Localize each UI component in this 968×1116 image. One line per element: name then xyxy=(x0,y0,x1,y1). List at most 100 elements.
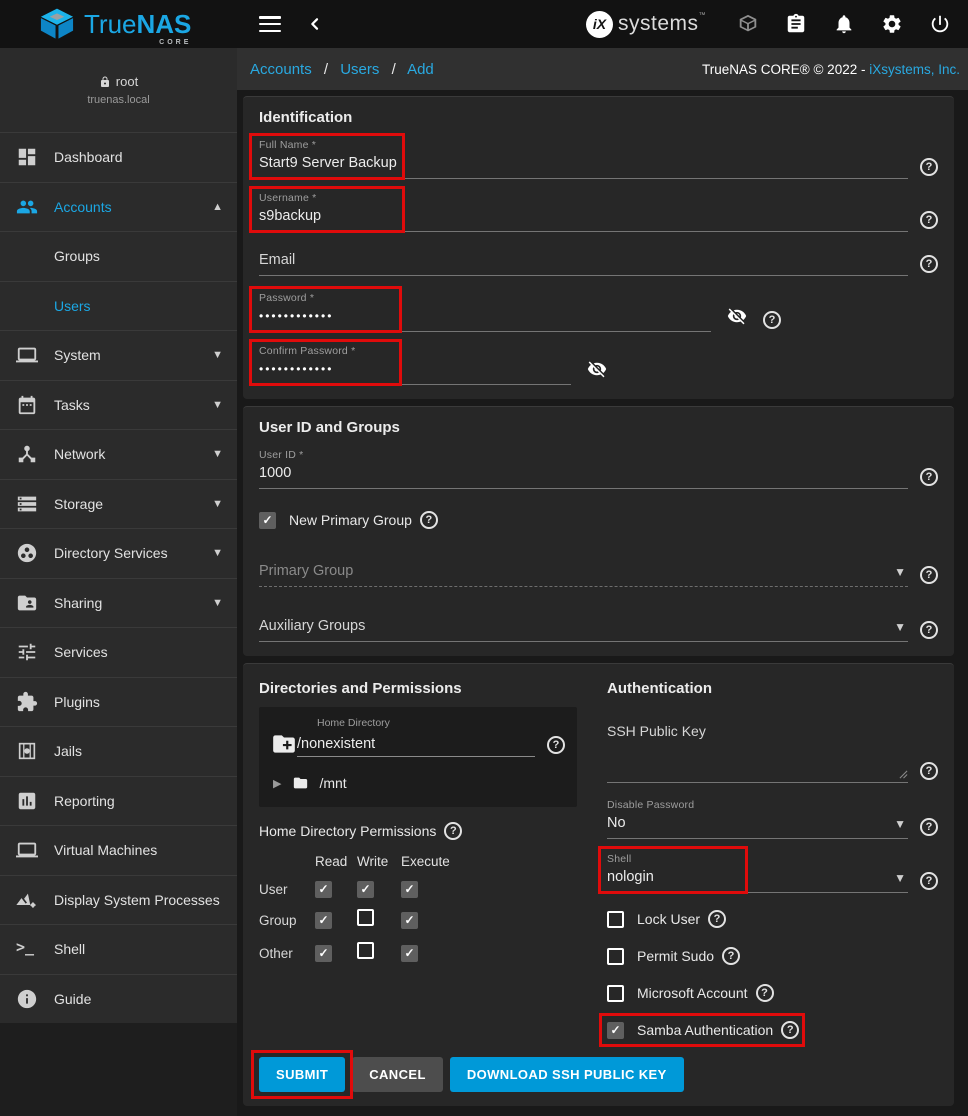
lock-icon xyxy=(99,76,111,88)
new-primary-group-checkbox[interactable]: ✓ xyxy=(259,512,276,529)
ix-mark-icon: iX xyxy=(586,11,613,38)
breadcrumb-bar: Accounts / Users / Add TrueNAS CORE® © 2… xyxy=(237,48,968,90)
full-name-field[interactable]: Full Name * Start9 Server Backup xyxy=(259,139,908,179)
help-icon[interactable]: ? xyxy=(920,255,938,273)
permit-sudo-row: Permit Sudo? xyxy=(607,945,740,967)
home-directory-value: /nonexistent xyxy=(297,736,535,753)
perm-checkbox-group-execute[interactable]: ✓ xyxy=(401,912,418,929)
permit-sudo-checkbox[interactable] xyxy=(607,948,624,965)
user-id-field[interactable]: User ID * 1000 xyxy=(259,449,908,489)
breadcrumb-accounts[interactable]: Accounts xyxy=(250,61,312,78)
home-directory-field[interactable]: /nonexistent xyxy=(297,736,535,757)
truenas-logo[interactable]: TrueNAS CORE xyxy=(38,7,191,41)
help-icon[interactable]: ? xyxy=(781,1021,799,1039)
download-ssh-key-button[interactable]: DOWNLOAD SSH PUBLIC KEY xyxy=(450,1057,684,1092)
perm-checkbox-user-read[interactable]: ✓ xyxy=(315,881,332,898)
perm-checkbox-other-execute[interactable]: ✓ xyxy=(401,945,418,962)
eye-off-icon[interactable] xyxy=(585,359,611,381)
menu-icon[interactable] xyxy=(259,16,281,32)
folder-icon xyxy=(291,775,310,791)
tree-expand-icon[interactable]: ▶ xyxy=(273,777,281,790)
help-icon[interactable]: ? xyxy=(920,211,938,229)
eye-off-icon[interactable] xyxy=(725,306,751,328)
sidebar-item-storage[interactable]: Storage ▼ xyxy=(0,479,237,529)
sidebar-item-users[interactable]: Users xyxy=(0,281,237,331)
help-icon[interactable]: ? xyxy=(547,736,565,754)
user-panel: root truenas.local xyxy=(0,48,237,132)
submit-button[interactable]: SUBMIT xyxy=(259,1057,345,1092)
auxiliary-groups-select[interactable]: Auxiliary Groups ▼ xyxy=(259,614,908,642)
help-icon[interactable]: ? xyxy=(722,947,740,965)
email-field[interactable]: Email xyxy=(259,248,908,276)
help-icon[interactable]: ? xyxy=(920,468,938,486)
help-icon[interactable]: ? xyxy=(708,910,726,928)
shell-select[interactable]: Shell nologin ▼ xyxy=(607,853,908,893)
confirm-password-field[interactable]: Confirm Password * •••••••••••• xyxy=(259,345,571,385)
help-icon[interactable]: ? xyxy=(920,872,938,890)
perm-checkbox-other-read[interactable]: ✓ xyxy=(315,945,332,962)
sidebar-item-display-system-processes[interactable]: Display System Processes xyxy=(0,875,237,925)
chevron-down-icon[interactable]: ▼ xyxy=(894,871,906,885)
sidebar-item-network[interactable]: Network ▼ xyxy=(0,429,237,479)
notifications-bell-icon[interactable] xyxy=(832,12,856,36)
chevron-down-icon: ▼ xyxy=(212,399,223,411)
folder-shared-icon xyxy=(16,592,38,614)
perm-checkbox-user-execute[interactable]: ✓ xyxy=(401,881,418,898)
breadcrumb-users[interactable]: Users xyxy=(340,61,379,78)
help-icon[interactable]: ? xyxy=(920,818,938,836)
permissions-grid: ReadWriteExecuteUser✓✓✓Group✓✓Other✓✓ xyxy=(259,854,577,964)
perm-checkbox-user-write[interactable]: ✓ xyxy=(357,881,374,898)
help-icon[interactable]: ? xyxy=(756,984,774,1002)
resize-handle-icon[interactable] xyxy=(899,770,908,779)
ssh-public-key-textarea[interactable] xyxy=(607,741,908,783)
samba-authentication-checkbox[interactable]: ✓ xyxy=(607,1022,624,1039)
puzzle-icon xyxy=(16,691,38,713)
help-icon[interactable]: ? xyxy=(444,822,462,840)
perm-checkbox-group-write[interactable] xyxy=(357,909,374,926)
sidebar-item-reporting[interactable]: Reporting xyxy=(0,776,237,826)
perm-checkbox-group-read[interactable]: ✓ xyxy=(315,912,332,929)
settings-gear-icon[interactable] xyxy=(880,12,904,36)
sidebar-item-directory-services[interactable]: Directory Services ▼ xyxy=(0,528,237,578)
help-icon[interactable]: ? xyxy=(920,566,938,584)
chevron-down-icon[interactable]: ▼ xyxy=(894,817,906,831)
calendar-icon xyxy=(16,394,38,416)
sidebar-item-services[interactable]: Services xyxy=(0,627,237,677)
sidebar-item-virtual-machines[interactable]: Virtual Machines xyxy=(0,825,237,875)
cancel-button[interactable]: CANCEL xyxy=(352,1057,443,1092)
lock-user-checkbox[interactable] xyxy=(607,911,624,928)
chevron-down-icon[interactable]: ▼ xyxy=(894,620,906,634)
breadcrumb-add[interactable]: Add xyxy=(407,61,434,78)
ixsystems-link[interactable]: iXsystems, Inc. xyxy=(869,62,960,77)
sidebar-item-jails[interactable]: Jails xyxy=(0,726,237,776)
tree-item-mnt[interactable]: ▶ /mnt xyxy=(273,775,565,791)
sidebar-item-sharing[interactable]: Sharing ▼ xyxy=(0,578,237,628)
sidebar-item-dashboard[interactable]: Dashboard xyxy=(0,132,237,182)
laptop-icon xyxy=(16,839,38,861)
bar-chart-icon xyxy=(16,790,38,812)
help-icon[interactable]: ? xyxy=(920,762,938,780)
ssh-public-key-label: SSH Public Key xyxy=(607,723,938,739)
password-field[interactable]: Password * •••••••••••• xyxy=(259,292,711,332)
username-field[interactable]: Username * s9backup xyxy=(259,192,908,232)
truenas-logo-icon xyxy=(38,7,76,41)
sidebar-item-guide[interactable]: Guide xyxy=(0,974,237,1024)
folder-add-icon[interactable] xyxy=(269,731,299,757)
sidebar-item-shell[interactable]: >_ Shell xyxy=(0,924,237,974)
sidebar-item-groups[interactable]: Groups xyxy=(0,231,237,281)
help-icon[interactable]: ? xyxy=(920,621,938,639)
power-icon[interactable] xyxy=(928,12,952,36)
sidebar-item-tasks[interactable]: Tasks ▼ xyxy=(0,380,237,430)
perm-checkbox-other-write[interactable] xyxy=(357,942,374,959)
disable-password-select[interactable]: Disable Password No ▼ xyxy=(607,799,908,839)
sidebar-item-system[interactable]: System ▼ xyxy=(0,330,237,380)
help-icon[interactable]: ? xyxy=(920,158,938,176)
help-icon[interactable]: ? xyxy=(420,511,438,529)
chevron-left-icon[interactable] xyxy=(307,16,323,32)
sidebar-item-accounts[interactable]: Accounts ▲ xyxy=(0,182,237,232)
tasks-clipboard-icon[interactable] xyxy=(784,12,808,36)
sidebar-item-plugins[interactable]: Plugins xyxy=(0,677,237,727)
truecommand-cube-icon[interactable] xyxy=(736,12,760,36)
help-icon[interactable]: ? xyxy=(763,311,781,329)
microsoft-account-checkbox[interactable] xyxy=(607,985,624,1002)
